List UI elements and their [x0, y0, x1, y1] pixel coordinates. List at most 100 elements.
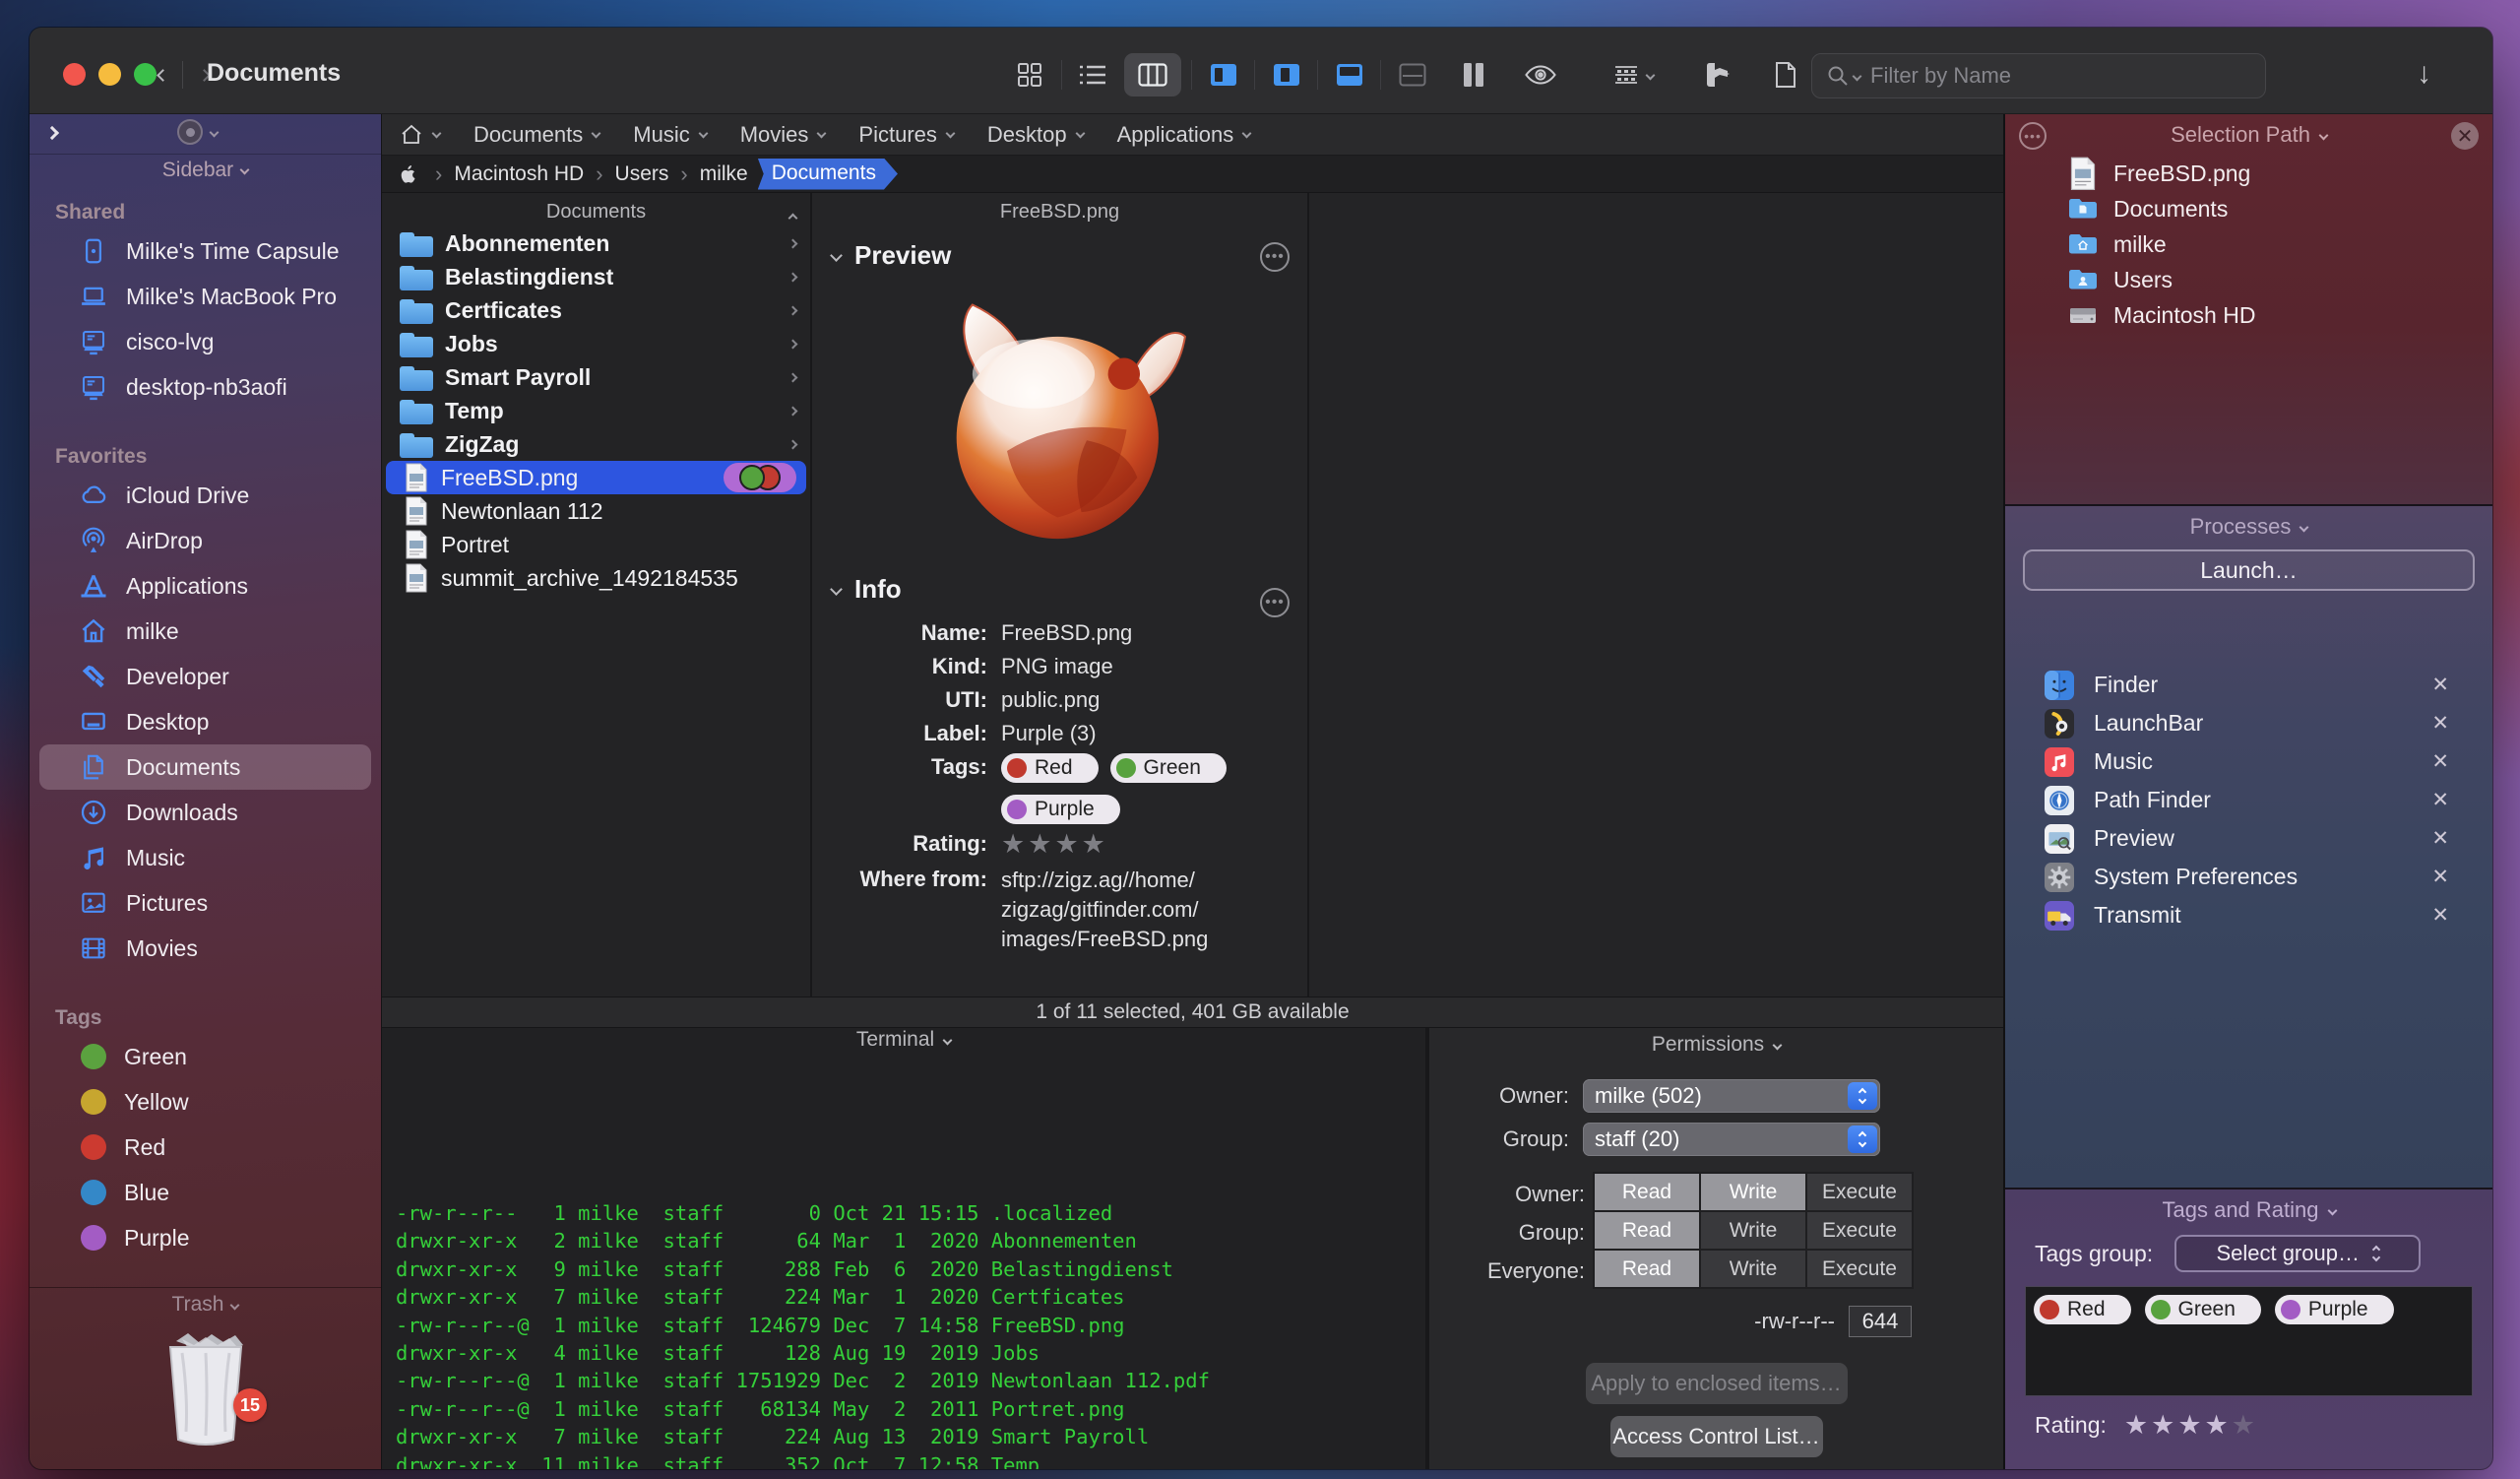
toggle-left-panel-button[interactable] — [1199, 53, 1248, 96]
rating-stars[interactable]: ★★★★★ — [2124, 1410, 2258, 1441]
quick-look-button[interactable] — [1512, 53, 1569, 96]
file-row[interactable]: ZigZag — [386, 427, 806, 461]
owner-select[interactable]: milke (502) — [1583, 1079, 1880, 1113]
process-row[interactable]: Transmit ✕ — [2005, 896, 2492, 934]
disclosure-chevron-icon[interactable] — [830, 583, 843, 596]
apply-to-enclosed-button[interactable]: Apply to enclosed items… — [1585, 1363, 1848, 1404]
section-options-button[interactable]: ••• — [2019, 122, 2047, 150]
sidebar-tag-item[interactable]: Green — [39, 1034, 371, 1079]
perm-owner-write[interactable]: Write — [1700, 1173, 1806, 1211]
octal-value-field[interactable]: 644 — [1849, 1306, 1912, 1337]
sidebar-expand-button[interactable] — [44, 125, 60, 143]
section-options-button[interactable]: ••• — [1260, 242, 1290, 272]
sidebar-header-menu[interactable]: Sidebar — [30, 154, 381, 185]
process-row[interactable]: System Preferences ✕ — [2005, 858, 2492, 896]
empty-column[interactable] — [1309, 193, 2003, 997]
folder-dropdown[interactable]: Desktop — [987, 122, 1086, 148]
chevron-right-icon[interactable] — [788, 402, 798, 419]
group-select[interactable]: staff (20) — [1583, 1123, 1880, 1156]
selection-path-item[interactable]: FreeBSD.png — [2005, 156, 2492, 191]
perm-everyone-write[interactable]: Write — [1700, 1250, 1806, 1288]
breadcrumb-item[interactable]: › Users — [584, 161, 668, 187]
perm-everyone-read[interactable]: Read — [1594, 1250, 1700, 1288]
sidebar-item[interactable]: Developer — [39, 654, 371, 699]
home-dropdown[interactable] — [400, 123, 442, 147]
chevron-right-icon[interactable] — [788, 268, 798, 286]
file-row[interactable]: Temp — [386, 394, 806, 427]
file-row[interactable]: Certficates — [386, 293, 806, 327]
sidebar-item[interactable]: Milke's Time Capsule — [39, 228, 371, 274]
permissions-header-menu[interactable]: Permissions — [1429, 1028, 2003, 1061]
sidebar-item[interactable]: milke — [39, 609, 371, 654]
process-row[interactable]: Preview ✕ — [2005, 819, 2492, 858]
tag-pill[interactable]: Red — [1001, 753, 1099, 783]
sidebar-item[interactable]: iCloud Drive — [39, 473, 371, 518]
file-row[interactable]: Newtonlaan 112 — [386, 494, 806, 528]
chevron-right-icon[interactable] — [788, 335, 798, 353]
chevron-right-icon[interactable] — [788, 301, 798, 319]
folder-dropdown[interactable]: Applications — [1117, 122, 1252, 148]
toggle-bottom-panel-button[interactable] — [1325, 53, 1374, 96]
download-progress-button[interactable]: ↓ — [2417, 57, 2431, 91]
sidebar-item[interactable]: Music — [39, 835, 371, 880]
toggle-right-panel-button[interactable] — [1262, 53, 1311, 96]
trash-header-menu[interactable]: Trash — [30, 1288, 381, 1321]
rating-stars[interactable]: ★★★★ — [1001, 830, 1108, 860]
process-row[interactable]: Music ✕ — [2005, 742, 2492, 781]
perm-group-write[interactable]: Write — [1700, 1211, 1806, 1250]
sidebar-item[interactable]: AirDrop — [39, 518, 371, 563]
dual-pane-button[interactable] — [1449, 53, 1498, 96]
tag-pill[interactable]: Green — [1109, 753, 1227, 783]
sidebar-history-button[interactable] — [177, 119, 220, 145]
folder-dropdown[interactable]: Pictures — [858, 122, 956, 148]
sidebar-tag-item[interactable]: Red — [39, 1125, 371, 1170]
toggle-drop-stack-button[interactable] — [1388, 53, 1437, 96]
tag-pill[interactable]: Red — [2034, 1295, 2131, 1324]
access-control-list-button[interactable]: Access Control List… — [1609, 1416, 1823, 1457]
sidebar-item[interactable]: Desktop — [39, 699, 371, 744]
selection-path-item[interactable]: milke — [2005, 226, 2492, 262]
selection-path-item[interactable]: Documents — [2005, 191, 2492, 226]
terminal-header-menu[interactable]: Terminal — [382, 1028, 1425, 1052]
process-row[interactable]: LaunchBar ✕ — [2005, 704, 2492, 742]
section-options-button[interactable]: ••• — [1260, 588, 1290, 617]
sidebar-item[interactable]: cisco-lvg — [39, 319, 371, 364]
trash-icon[interactable] — [158, 1331, 253, 1446]
sidebar-item[interactable]: Pictures — [39, 880, 371, 926]
chevron-right-icon[interactable] — [788, 435, 798, 453]
tools-button[interactable] — [1689, 53, 1744, 96]
paste-button[interactable] — [1758, 53, 1813, 96]
sidebar-tag-item[interactable]: Blue — [39, 1170, 371, 1215]
file-row[interactable]: FreeBSD.png — [386, 461, 806, 494]
process-row[interactable]: Path Finder ✕ — [2005, 781, 2492, 819]
perm-group-read[interactable]: Read — [1594, 1211, 1700, 1250]
chevron-right-icon[interactable] — [788, 368, 798, 386]
folder-dropdown[interactable]: Documents — [473, 122, 601, 148]
file-row[interactable]: Jobs — [386, 327, 806, 360]
tag-pill[interactable]: Green — [2144, 1295, 2261, 1324]
view-options-button[interactable] — [1601, 53, 1666, 96]
sidebar-item[interactable]: Applications — [39, 563, 371, 609]
quit-process-icon[interactable]: ✕ — [2431, 903, 2449, 928]
filter-input[interactable] — [1870, 63, 2251, 89]
selection-path-header-menu[interactable]: ••• Selection Path ✕ — [2005, 114, 2492, 156]
sidebar-item[interactable]: Downloads — [39, 790, 371, 835]
back-button[interactable] — [146, 57, 179, 93]
filter-field[interactable] — [1811, 53, 2266, 98]
quit-process-icon[interactable]: ✕ — [2431, 673, 2449, 697]
perm-owner-read[interactable]: Read — [1594, 1173, 1700, 1211]
file-row[interactable]: Smart Payroll — [386, 360, 806, 394]
quit-process-icon[interactable]: ✕ — [2431, 749, 2449, 774]
launch-button[interactable]: Launch… — [2023, 549, 2475, 591]
list-view-button[interactable] — [1067, 53, 1118, 96]
tags-rating-header-menu[interactable]: Tags and Rating — [2005, 1190, 2492, 1231]
close-panel-button[interactable]: ✕ — [2451, 122, 2479, 150]
selection-path-item[interactable]: Users — [2005, 262, 2492, 297]
quit-process-icon[interactable]: ✕ — [2431, 865, 2449, 889]
collapse-column-button[interactable] — [788, 205, 798, 227]
disclosure-chevron-icon[interactable] — [830, 249, 843, 262]
tags-group-select[interactable]: Select group… — [2174, 1235, 2422, 1272]
sidebar-item[interactable]: Documents — [39, 744, 371, 790]
quit-process-icon[interactable]: ✕ — [2431, 826, 2449, 851]
quit-process-icon[interactable]: ✕ — [2431, 788, 2449, 812]
